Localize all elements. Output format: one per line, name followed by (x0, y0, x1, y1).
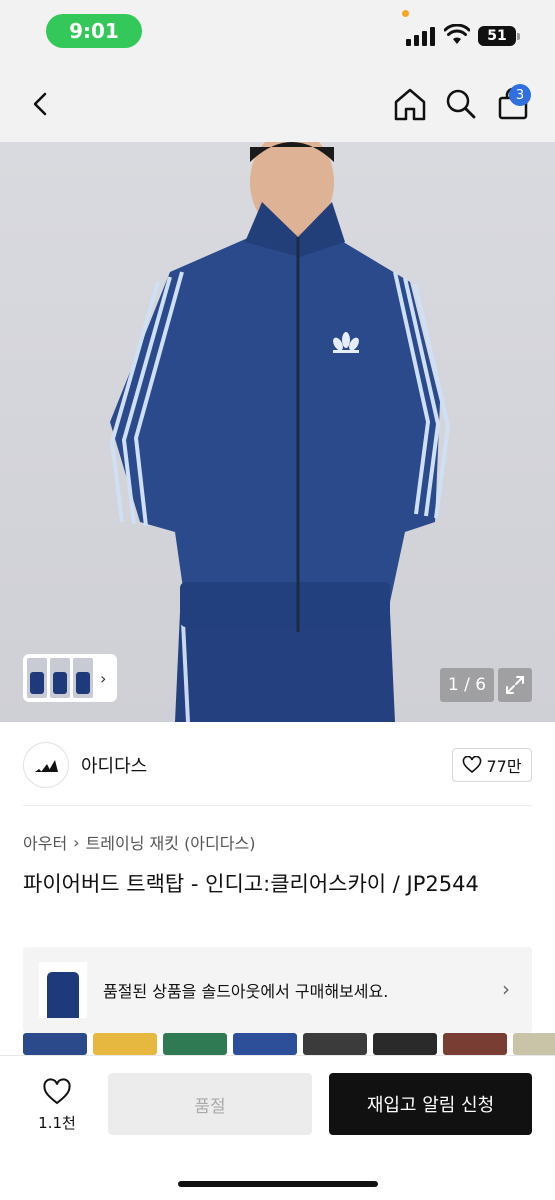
brand-logo[interactable] (23, 742, 69, 788)
home-indicator (178, 1181, 378, 1187)
back-icon[interactable] (30, 86, 50, 122)
cart-count-badge: 3 (509, 84, 531, 106)
color-variant-swatch[interactable] (373, 1033, 437, 1055)
breadcrumb: 아우터 › 트레이닝 재킷 (아디다스) (23, 830, 255, 854)
breadcrumb-category[interactable]: 아우터 (23, 830, 67, 854)
image-thumbnail-strip[interactable]: › (23, 654, 117, 702)
brand-row[interactable]: 아디다스 77만 (23, 742, 532, 788)
thumbnail-image[interactable] (50, 658, 70, 698)
cellular-signal-icon (406, 27, 435, 46)
wifi-icon (444, 24, 470, 44)
battery-indicator: 51 (478, 26, 520, 46)
top-nav-bar (0, 66, 555, 142)
expand-icon (506, 676, 524, 694)
breadcrumb-separator-icon: › (73, 832, 80, 852)
home-icon[interactable] (393, 86, 427, 122)
color-variant-swatch[interactable] (513, 1033, 555, 1055)
brand-like-button[interactable]: 77만 (452, 748, 532, 782)
brand-like-count: 77만 (486, 757, 522, 776)
soldout-button[interactable]: 품절 (108, 1073, 312, 1135)
wishlist-button[interactable]: 1.1천 (28, 1078, 86, 1133)
product-thumbnail (39, 962, 87, 1018)
color-variant-swatch[interactable] (233, 1033, 297, 1055)
color-variant-swatch[interactable] (23, 1033, 87, 1055)
heart-icon (43, 1078, 71, 1105)
color-variant-swatch[interactable] (163, 1033, 227, 1055)
soldout-promo-banner[interactable]: 품절된 상품을 솔드아웃에서 구매해보세요. › (23, 947, 532, 1033)
restock-alert-button[interactable]: 재입고 알림 신청 (329, 1073, 532, 1135)
soldout-banner-text: 품절된 상품을 솔드아웃에서 구매해보세요. (103, 982, 389, 1001)
color-variant-swatch[interactable] (303, 1033, 367, 1055)
product-photo (109, 142, 451, 722)
product-title: 파이어버드 트랙탑 - 인디고:클리어스카이 / JP2544 (23, 872, 479, 896)
heart-icon (463, 756, 482, 774)
expand-image-button[interactable] (498, 668, 532, 702)
color-variant-swatch[interactable] (93, 1033, 157, 1055)
adidas-logo-icon (35, 760, 58, 772)
privacy-indicator-dot (402, 10, 409, 17)
color-variant-swatch[interactable] (443, 1033, 507, 1055)
chevron-right-icon: › (502, 977, 510, 1001)
status-time: 9:01 (46, 14, 142, 48)
status-bar: 9:01 51 (0, 0, 555, 66)
bottom-action-bar: 1.1천 품절 재입고 알림 신청 (0, 1055, 555, 1200)
chevron-right-icon[interactable]: › (100, 669, 106, 688)
search-icon[interactable] (445, 86, 477, 122)
divider (23, 805, 532, 806)
thumbnail-image[interactable] (73, 658, 93, 698)
product-image-carousel[interactable]: › 1 / 6 (0, 142, 555, 722)
wishlist-count: 1.1천 (38, 1114, 76, 1132)
thumbnail-image[interactable] (27, 658, 47, 698)
color-variant-strip (23, 1033, 555, 1055)
image-counter: 1 / 6 (440, 668, 494, 702)
brand-name[interactable]: 아디다스 (81, 752, 147, 778)
breadcrumb-subcategory[interactable]: 트레이닝 재킷 (아디다스) (86, 830, 256, 854)
